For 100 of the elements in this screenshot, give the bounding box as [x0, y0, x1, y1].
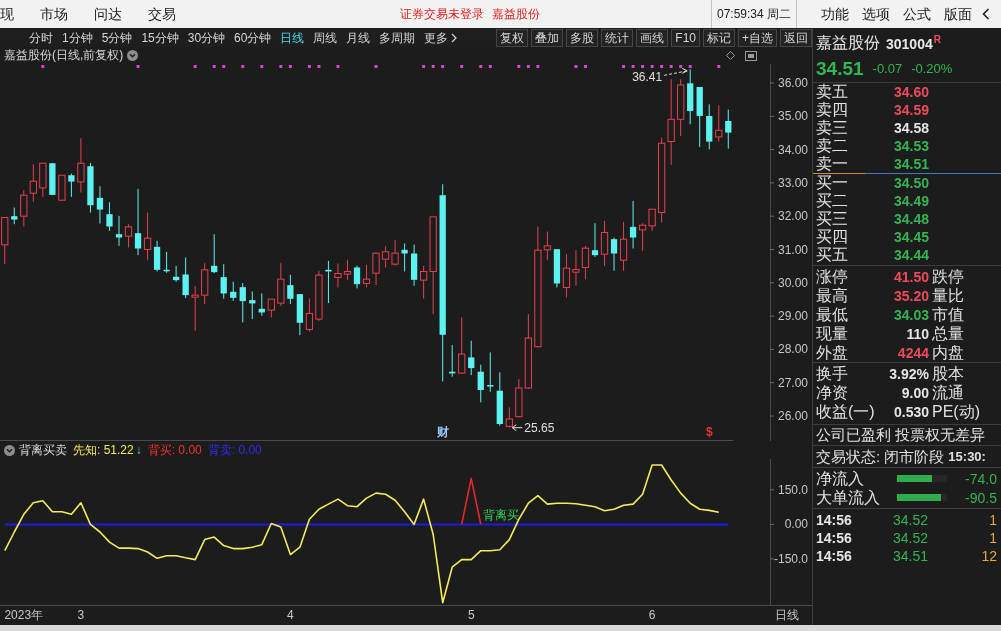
dropdown-icon[interactable]: [127, 50, 139, 61]
candle: [600, 220, 609, 267]
stock-code: 301004: [886, 35, 933, 53]
stat-label: 外盘: [816, 343, 849, 362]
order-price: 34.50: [892, 174, 929, 192]
period-tab[interactable]: 周线: [313, 29, 338, 46]
candle: [220, 263, 227, 300]
window-icon[interactable]: [745, 50, 757, 61]
stat-label: 涨停: [816, 267, 849, 286]
candle: [239, 282, 246, 323]
menu-item[interactable]: 现: [0, 5, 14, 23]
candle: [715, 104, 723, 143]
candle: [77, 137, 85, 194]
tool-button[interactable]: 统计: [601, 28, 634, 47]
candle: [173, 265, 180, 283]
candle: [230, 281, 237, 302]
trade-time: 14:56: [816, 529, 853, 547]
period-tab[interactable]: 60分钟: [234, 29, 272, 46]
stat-value: 3.92%: [888, 364, 929, 383]
axis-label: 34.00: [777, 142, 808, 157]
event-marker[interactable]: $: [705, 425, 713, 439]
stat-value: 4244: [896, 343, 929, 362]
menu-item[interactable]: 选项: [862, 5, 890, 23]
tool-button[interactable]: 多股: [566, 28, 599, 47]
trade-price: 34.52: [893, 529, 929, 547]
candle: [163, 251, 170, 274]
tool-button[interactable]: 画线: [636, 28, 669, 47]
stock-name: 嘉益股份: [816, 33, 880, 53]
order-level: 买二: [816, 192, 849, 210]
flow-label: 净流入: [816, 469, 865, 488]
candle: [49, 162, 56, 196]
stat-label: 总量: [932, 324, 964, 343]
period-tab[interactable]: 15分钟: [141, 29, 179, 46]
candle: [696, 86, 703, 148]
menu-item[interactable]: 公式: [903, 5, 931, 23]
candle: [401, 243, 408, 272]
high-price-label: 36.41: [632, 70, 663, 85]
axis-label: 26.00: [777, 409, 808, 423]
axis-label: -150.0: [773, 551, 808, 566]
trade-price: 34.52: [893, 511, 929, 529]
candle: [477, 364, 484, 403]
stock-title: 嘉益股份: [492, 6, 540, 23]
signal-label: 背离买: [482, 508, 519, 523]
trade-volume: 12: [981, 547, 998, 565]
period-tab[interactable]: 多周期: [379, 29, 416, 46]
order-level: 卖四: [816, 101, 849, 119]
period-tab[interactable]: 30分钟: [187, 29, 226, 46]
event-marker[interactable]: 财: [436, 425, 449, 439]
candle: [562, 253, 571, 298]
indicator-reading: 先知: 51.22: [73, 442, 134, 458]
tool-button[interactable]: 叠加: [531, 28, 564, 47]
period-tab[interactable]: 月线: [346, 29, 371, 46]
candle: [449, 344, 456, 378]
period-tab[interactable]: 分时: [29, 29, 53, 46]
stat-value: 0.530: [892, 402, 929, 421]
more-button[interactable]: 更多: [424, 29, 458, 46]
candle: [296, 293, 303, 336]
stat-value: 41.50: [892, 267, 929, 286]
candle: [211, 233, 218, 274]
candle: [258, 292, 265, 317]
period-tab[interactable]: 5分钟: [101, 29, 133, 46]
menu-item[interactable]: 交易: [148, 5, 176, 23]
menu-item[interactable]: 功能: [821, 5, 849, 23]
candle: [58, 174, 66, 201]
stat-label: 最低: [816, 305, 849, 324]
tool-button[interactable]: F10: [671, 28, 700, 47]
candle: [325, 260, 332, 304]
stat-label: 量比: [932, 286, 964, 305]
trading-status: 交易状态: 闭市阶段: [816, 447, 945, 466]
stat-value: 110: [905, 324, 929, 343]
chevron-left-icon[interactable]: [982, 8, 990, 20]
stock-suffix: R: [933, 35, 941, 45]
diamond-icon[interactable]: [726, 51, 735, 60]
tool-button[interactable]: 复权: [496, 28, 529, 47]
menu-item[interactable]: 版面: [944, 5, 972, 23]
tool-button[interactable]: +自选: [738, 28, 777, 47]
order-level: 卖二: [816, 137, 849, 155]
axis-label: 33.00: [777, 175, 808, 190]
period-tab[interactable]: 日线: [280, 29, 305, 46]
menu-item[interactable]: 问达: [94, 5, 122, 23]
period-tab[interactable]: 1分钟: [62, 29, 93, 46]
candle: [106, 201, 113, 232]
tool-button[interactable]: 返回: [780, 28, 812, 47]
trade-price: 34.51: [893, 547, 929, 565]
flow-value: -90.5: [965, 488, 998, 507]
stat-label: 内盘: [932, 343, 964, 362]
order-level: 买三: [816, 210, 849, 228]
candle: [182, 257, 189, 299]
order-level: 卖一: [816, 155, 849, 173]
stat-value: 34.03: [892, 305, 929, 324]
stat-value: 35.20: [892, 286, 929, 305]
menu-item[interactable]: 市场: [40, 5, 68, 23]
order-price: 34.51: [892, 155, 929, 173]
tool-button[interactable]: 标记: [703, 28, 735, 47]
status-time: 15:30:: [948, 447, 986, 466]
axis-label: 28.00: [777, 342, 808, 357]
dropdown-icon[interactable]: [4, 444, 15, 456]
axis-label: 5: [467, 608, 475, 622]
candle: [267, 298, 275, 318]
candle: [496, 371, 503, 427]
